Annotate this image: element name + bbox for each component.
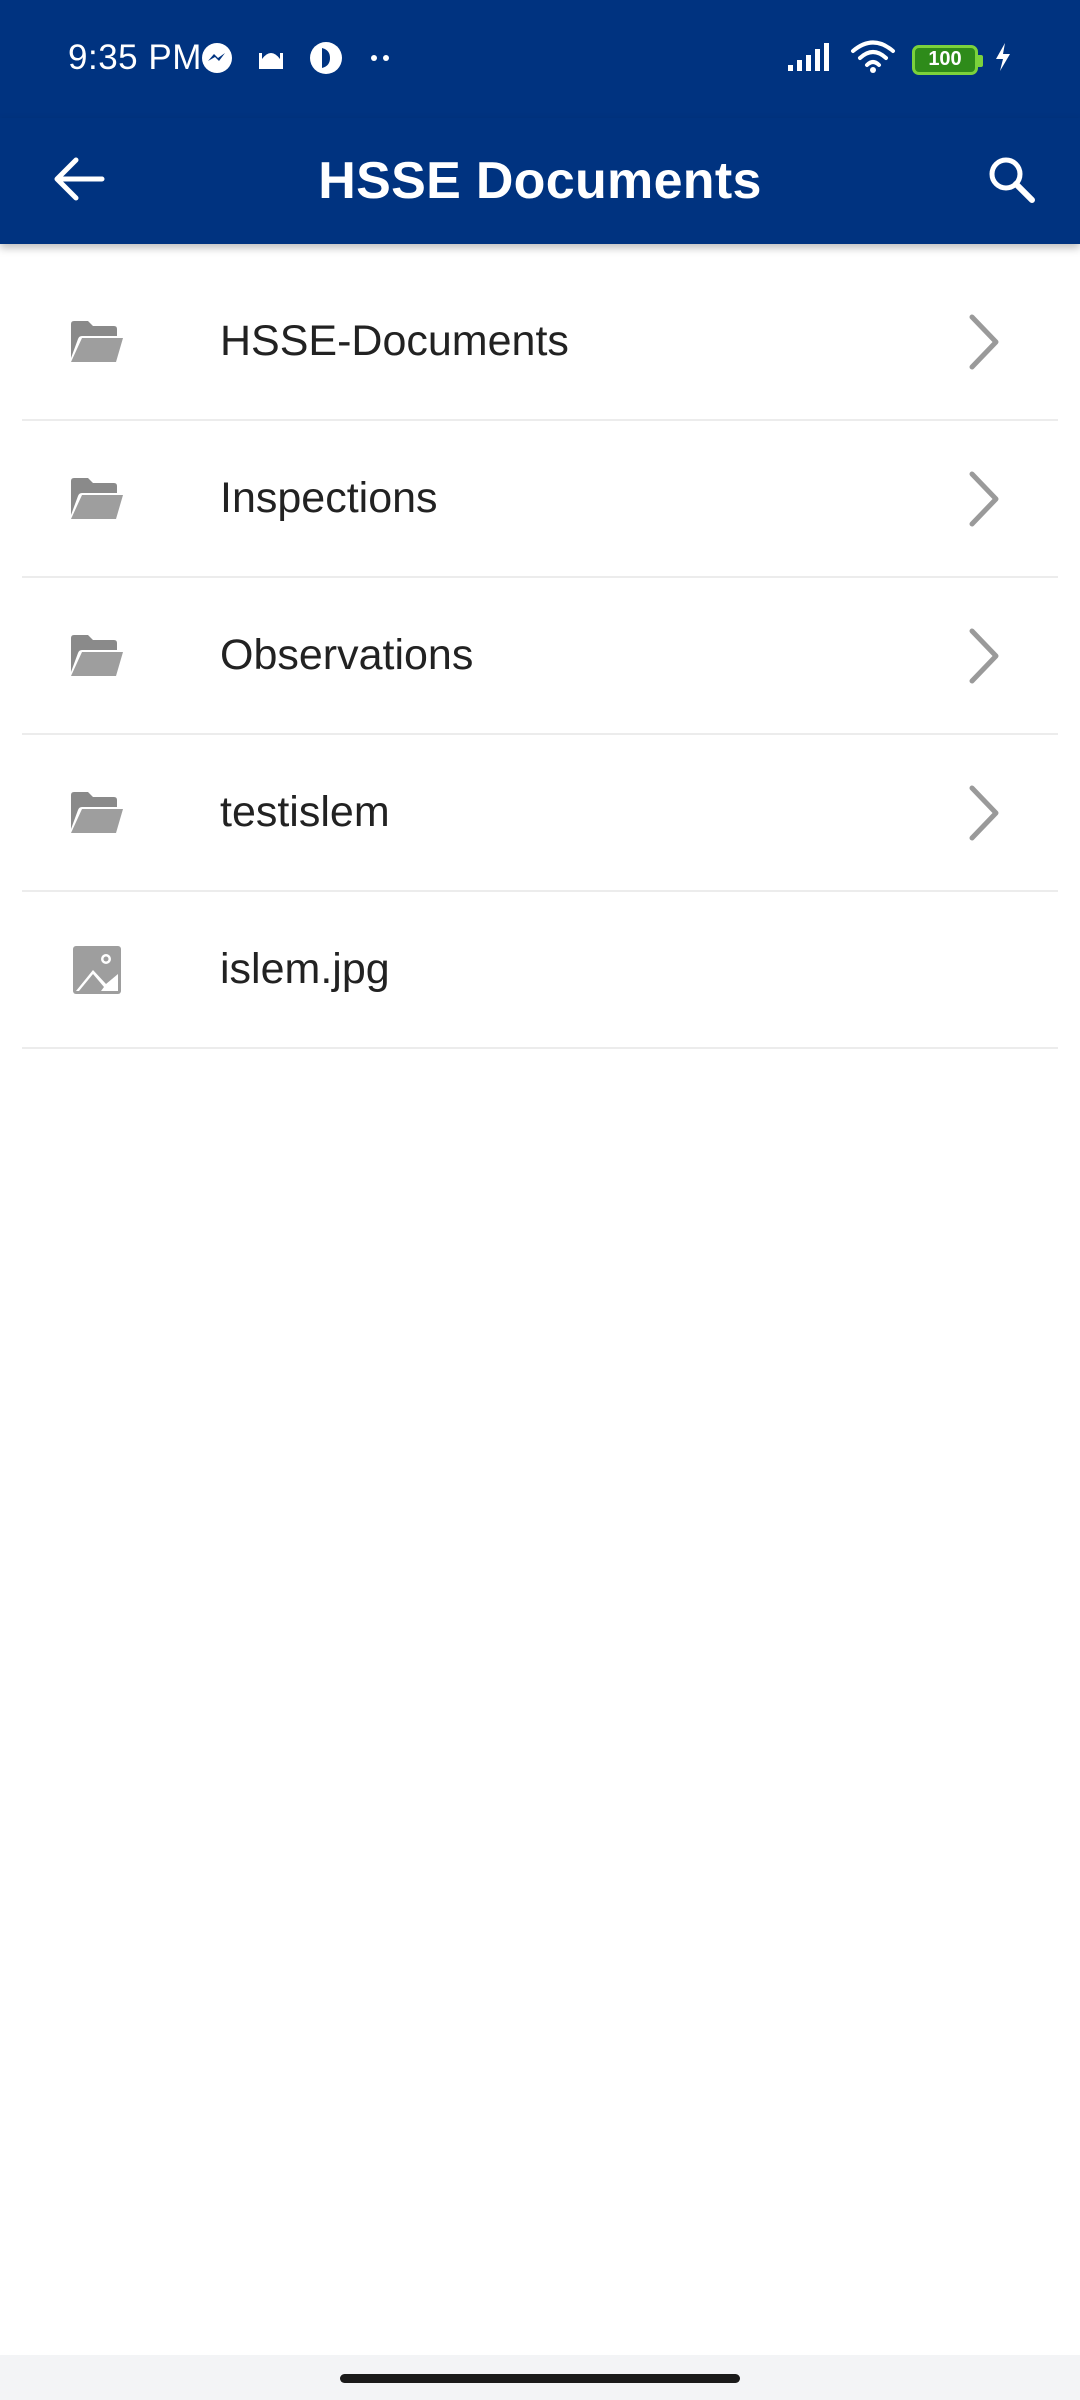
list-item-observations[interactable]: Observations xyxy=(22,578,1058,735)
item-label: testislem xyxy=(220,788,390,836)
battery-icon: 100 xyxy=(912,44,983,75)
more-dots-icon xyxy=(366,43,396,78)
chevron-right-icon xyxy=(964,783,1004,843)
list-item-inspections[interactable]: Inspections xyxy=(22,421,1058,578)
wifi-icon xyxy=(850,40,896,79)
image-file-icon xyxy=(68,941,126,999)
folder-icon xyxy=(68,784,126,842)
search-icon xyxy=(985,153,1037,210)
arrow-left-icon xyxy=(52,156,106,207)
folder-icon xyxy=(68,470,126,528)
folder-icon xyxy=(68,627,126,685)
chevron-right-icon xyxy=(964,626,1004,686)
mosque-icon xyxy=(256,43,286,78)
back-button[interactable] xyxy=(44,146,114,216)
app-bar: HSSE Documents xyxy=(0,118,1080,244)
notification-icons xyxy=(200,40,396,81)
charging-icon xyxy=(994,42,1012,77)
list-item-islem-jpg[interactable]: islem.jpg xyxy=(22,892,1058,1049)
signal-icon xyxy=(786,41,834,78)
chevron-right-icon xyxy=(964,469,1004,529)
item-label: Inspections xyxy=(220,474,438,522)
status-bar: 9:35 PM 100 xyxy=(0,0,1080,118)
item-label: Observations xyxy=(220,631,474,679)
page-title: HSSE Documents xyxy=(318,152,762,210)
home-indicator[interactable] xyxy=(340,2374,740,2383)
status-time: 9:35 PM xyxy=(68,38,202,77)
item-label: HSSE-Documents xyxy=(220,317,569,365)
messenger-icon xyxy=(200,41,234,80)
list-item-hsse-documents[interactable]: HSSE-Documents xyxy=(22,264,1058,421)
navigation-bar xyxy=(0,2355,1080,2400)
document-list: HSSE-Documents Inspections Observations xyxy=(22,264,1058,1049)
list-item-testislem[interactable]: testislem xyxy=(22,735,1058,892)
folder-icon xyxy=(68,313,126,371)
search-button[interactable] xyxy=(976,146,1046,216)
item-label: islem.jpg xyxy=(220,945,390,993)
app-circle-icon xyxy=(308,40,344,81)
system-icons: 100 xyxy=(786,40,1012,79)
chevron-right-icon xyxy=(964,312,1004,372)
